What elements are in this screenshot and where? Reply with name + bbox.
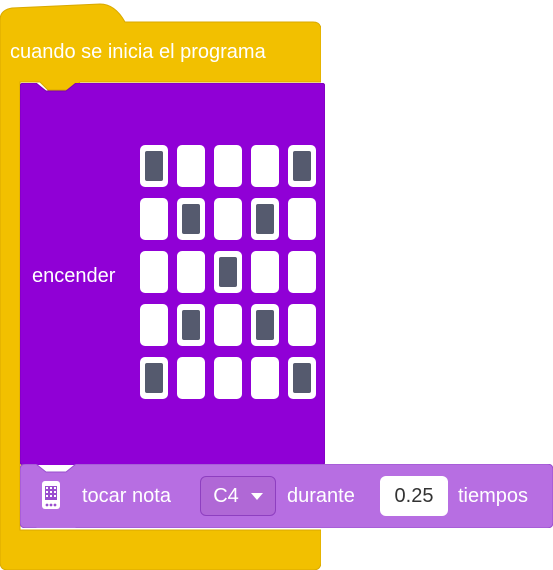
led-cell-4-4[interactable] (288, 357, 316, 399)
led-cell-0-0[interactable] (140, 145, 168, 187)
led-cell-2-1[interactable] (177, 251, 205, 293)
note-value: C4 (213, 484, 239, 507)
note-dropdown[interactable]: C4 (200, 476, 276, 516)
led-cell-1-1[interactable] (177, 198, 205, 240)
beats-input[interactable]: 0.25 (380, 476, 448, 516)
led-cell-3-3[interactable] (251, 304, 279, 346)
led-cell-1-3[interactable] (251, 198, 279, 240)
led-cell-0-1[interactable] (177, 145, 205, 187)
led-cell-3-1[interactable] (177, 304, 205, 346)
led-cell-0-2[interactable] (214, 145, 242, 187)
led-cell-2-2[interactable] (214, 251, 242, 293)
led-cell-0-3[interactable] (251, 145, 279, 187)
beats-label: tiempos (458, 485, 529, 507)
led-matrix (140, 145, 316, 399)
led-cell-2-4[interactable] (288, 251, 316, 293)
led-cell-4-1[interactable] (177, 357, 205, 399)
led-cell-2-3[interactable] (251, 251, 279, 293)
led-cell-4-0[interactable] (140, 357, 168, 399)
microbit-icon (42, 481, 60, 509)
led-cell-0-4[interactable] (288, 145, 316, 187)
led-cell-2-0[interactable] (140, 251, 168, 293)
led-cell-4-2[interactable] (214, 357, 242, 399)
led-cell-1-2[interactable] (214, 198, 242, 240)
led-cell-3-4[interactable] (288, 304, 316, 346)
show-leds-block[interactable]: encender (20, 83, 325, 465)
led-cell-3-2[interactable] (214, 304, 242, 346)
for-label: durante (287, 485, 355, 507)
led-cell-4-3[interactable] (251, 357, 279, 399)
led-cell-3-0[interactable] (140, 304, 168, 346)
chevron-down-icon (250, 492, 263, 500)
led-cell-1-0[interactable] (140, 198, 168, 240)
play-tone-block[interactable]: tocar nota C4 durante 0.25 tiempos (20, 464, 553, 528)
play-tone-label: tocar nota (82, 485, 171, 507)
show-leds-label: encender (32, 265, 116, 287)
led-cell-1-4[interactable] (288, 198, 316, 240)
on-start-label: cuando se inicia el programa (10, 41, 266, 63)
